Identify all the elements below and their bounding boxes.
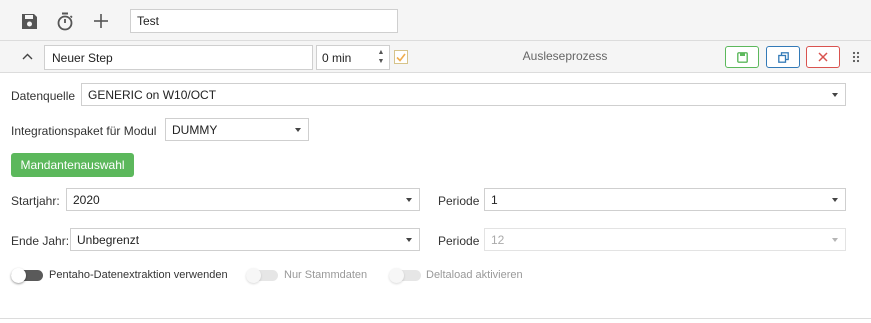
datenquelle-value: GENERIC on W10/OCT	[88, 88, 217, 102]
duration-stepper[interactable]: ▲ ▼	[316, 45, 390, 70]
integration-value: DUMMY	[172, 123, 218, 137]
dropdown-caret-icon	[406, 198, 412, 202]
startjahr-value: 2020	[73, 193, 100, 207]
plus-icon[interactable]	[88, 8, 114, 34]
spin-down-icon[interactable]: ▼	[376, 57, 386, 66]
save-card-icon	[736, 51, 748, 63]
periode-end-value: 12	[491, 233, 505, 247]
spinner: ▲ ▼	[376, 48, 386, 67]
copy-icon	[777, 51, 789, 63]
startjahr-select[interactable]: 2020	[66, 188, 420, 211]
pentaho-toggle[interactable]	[11, 268, 43, 283]
endejahr-select[interactable]: Unbegrenzt	[70, 228, 420, 251]
dropdown-caret-icon	[832, 93, 838, 97]
duration-input[interactable]	[317, 46, 375, 69]
delete-step-button[interactable]	[806, 46, 840, 68]
process-title-input[interactable]	[130, 9, 398, 33]
periode-label: Periode	[438, 234, 480, 248]
floppy-disk-icon[interactable]	[16, 8, 42, 34]
step-type-label: Ausleseprozess	[522, 49, 608, 63]
datenquelle-label: Datenquelle	[11, 89, 76, 103]
endejahr-label: Ende Jahr:	[11, 234, 70, 248]
dropdown-caret-icon	[295, 128, 301, 132]
integration-select[interactable]: DUMMY	[165, 118, 309, 141]
startjahr-label: Startjahr:	[11, 194, 60, 208]
check-icon	[396, 53, 406, 62]
save-step-button[interactable]	[725, 46, 759, 68]
integration-label: Integrationspaket für Modul	[11, 124, 157, 138]
mandantenauswahl-button[interactable]: Mandantenauswahl	[11, 153, 134, 177]
periode-start-value: 1	[491, 193, 498, 207]
deltaload-toggle-label: Deltaload aktivieren	[426, 269, 523, 281]
stammdaten-toggle-label: Nur Stammdaten	[284, 269, 368, 281]
copy-step-button[interactable]	[766, 46, 800, 68]
periode-end-select: 12	[484, 228, 846, 251]
dropdown-caret-icon	[832, 238, 838, 242]
endejahr-value: Unbegrenzt	[77, 233, 140, 247]
periode-start-select[interactable]: 1	[484, 188, 846, 211]
top-toolbar	[0, 0, 871, 41]
divider	[0, 318, 871, 319]
datenquelle-select[interactable]: GENERIC on W10/OCT	[81, 83, 846, 106]
stopwatch-icon[interactable]	[52, 8, 78, 34]
step-active-checkbox[interactable]	[394, 50, 408, 64]
close-icon	[818, 52, 828, 62]
drag-handle-icon[interactable]	[852, 51, 860, 63]
step-name-input[interactable]	[44, 45, 313, 70]
spin-up-icon[interactable]: ▲	[376, 48, 386, 57]
deltaload-toggle	[389, 268, 421, 283]
dropdown-caret-icon	[832, 198, 838, 202]
step-header: ▲ ▼ Ausleseprozess	[0, 41, 871, 73]
chevron-up-icon[interactable]	[18, 47, 36, 65]
pentaho-toggle-label: Pentaho-Datenextraktion verwenden	[49, 269, 228, 281]
periode-label: Periode	[438, 194, 480, 208]
dropdown-caret-icon	[406, 238, 412, 242]
stammdaten-toggle	[246, 268, 278, 283]
